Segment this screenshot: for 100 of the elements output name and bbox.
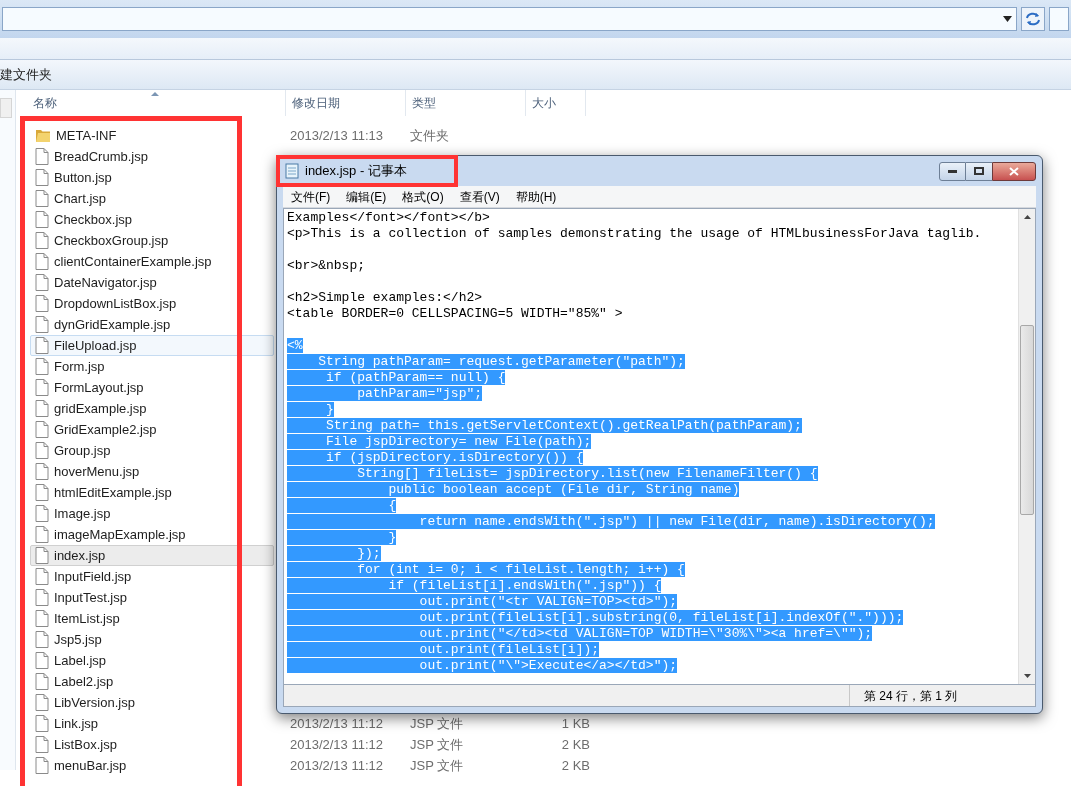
menu-item[interactable]: 帮助(H): [509, 187, 563, 206]
notepad-icon: [285, 163, 299, 179]
menu-item[interactable]: 文件(F): [285, 187, 337, 206]
scroll-up-icon: [1023, 215, 1031, 219]
file-row[interactable]: imageMapExample.jsp: [30, 524, 274, 545]
file-name: Link.jsp: [54, 714, 99, 733]
file-name: DateNavigator.jsp: [54, 273, 157, 292]
maximize-button[interactable]: [966, 161, 992, 181]
address-field[interactable]: [2, 7, 1017, 31]
menu-item[interactable]: 查看(V): [453, 187, 506, 206]
file-row[interactable]: DropdownListBox.jsp: [30, 293, 274, 314]
file-row[interactable]: Group.jsp: [30, 440, 274, 461]
file-name: Image.jsp: [54, 504, 111, 523]
file-row[interactable]: InputTest.jsp: [30, 587, 274, 608]
menu-item[interactable]: 格式(O): [396, 187, 450, 206]
file-icon: [35, 484, 49, 501]
file-row[interactable]: DateNavigator.jsp: [30, 272, 274, 293]
file-row[interactable]: CheckboxGroup.jsp: [30, 230, 274, 251]
file-row[interactable]: dynGridExample.jsp: [30, 314, 274, 335]
file-row[interactable]: menuBar.jsp: [30, 755, 274, 776]
file-row[interactable]: Image.jsp: [30, 503, 274, 524]
file-name: hoverMenu.jsp: [54, 462, 140, 481]
file-icon: [35, 736, 49, 753]
file-row[interactable]: hoverMenu.jsp: [30, 461, 274, 482]
file-name: clientContainerExample.jsp: [54, 252, 212, 271]
file-row[interactable]: Chart.jsp: [30, 188, 274, 209]
file-size: 1 KB: [561, 714, 590, 733]
column-header[interactable]: 名称: [16, 90, 286, 116]
column-header[interactable]: 修改日期: [286, 90, 406, 116]
file-row[interactable]: GridExample2.jsp: [30, 419, 274, 440]
file-icon: [35, 232, 49, 249]
file-name: Group.jsp: [54, 441, 111, 460]
file-name: ItemList.jsp: [54, 609, 120, 628]
close-icon: [1009, 166, 1019, 176]
modified-date: 2013/2/13 11:12: [290, 715, 383, 731]
file-type: JSP 文件: [410, 736, 464, 752]
file-name: Label2.jsp: [54, 672, 114, 691]
file-row[interactable]: index.jsp: [30, 545, 274, 566]
refresh-icon: [1025, 12, 1041, 26]
file-row[interactable]: Form.jsp: [30, 356, 274, 377]
file-icon: [35, 379, 49, 396]
file-row[interactable]: Jsp5.jsp: [30, 629, 274, 650]
file-icon: [35, 505, 49, 522]
maximize-icon: [974, 167, 984, 175]
file-name: Chart.jsp: [54, 189, 107, 208]
file-icon: [35, 421, 49, 438]
new-folder-button[interactable]: 建文件夹: [0, 64, 52, 85]
file-row[interactable]: LibVersion.jsp: [30, 692, 274, 713]
file-row[interactable]: Label.jsp: [30, 650, 274, 671]
code-line: Examples</font></font></b>: [287, 210, 490, 225]
file-icon: [35, 400, 49, 417]
file-row[interactable]: Checkbox.jsp: [30, 209, 274, 230]
refresh-button[interactable]: [1021, 7, 1045, 31]
file-icon: [35, 715, 49, 732]
file-icon: [35, 148, 49, 165]
file-name: GridExample2.jsp: [54, 420, 157, 439]
file-row[interactable]: BreadCrumb.jsp: [30, 146, 274, 167]
file-icon: [35, 526, 49, 543]
file-icon: [35, 631, 49, 648]
file-row[interactable]: htmlEditExample.jsp: [30, 482, 274, 503]
file-icon: [35, 274, 49, 291]
file-row[interactable]: ListBox.jsp: [30, 734, 274, 755]
file-name: Checkbox.jsp: [54, 210, 133, 229]
column-header[interactable]: 类型: [406, 90, 526, 116]
modified-date: 2013/2/13 11:12: [290, 736, 383, 752]
file-row[interactable]: gridExample.jsp: [30, 398, 274, 419]
file-row[interactable]: ItemList.jsp: [30, 608, 274, 629]
file-row[interactable]: clientContainerExample.jsp: [30, 251, 274, 272]
file-name: htmlEditExample.jsp: [54, 483, 172, 502]
modified-date: 2013/2/13 11:13: [290, 127, 383, 143]
menu-item[interactable]: 编辑(E): [340, 187, 393, 206]
file-icon: [35, 211, 49, 228]
file-name: LibVersion.jsp: [54, 693, 135, 712]
file-name: dynGridExample.jsp: [54, 315, 171, 334]
file-row[interactable]: Label2.jsp: [30, 671, 274, 692]
column-header[interactable]: 大小: [526, 90, 586, 116]
code-line: <p>This is a collection of samples demonstrating the usage of HTMLbusinessForJava taglib.: [287, 226, 982, 241]
file-type: JSP 文件: [410, 757, 464, 773]
file-icon: [35, 190, 49, 207]
file-name: BreadCrumb.jsp: [54, 147, 148, 166]
modified-date: 2013/2/13 11:12: [290, 757, 383, 773]
close-button[interactable]: [992, 161, 1036, 181]
file-row[interactable]: Link.jsp: [30, 713, 274, 734]
file-icon: [35, 673, 49, 690]
file-icon: [35, 568, 49, 585]
file-row[interactable]: InputField.jsp: [30, 566, 274, 587]
file-icon: [35, 589, 49, 606]
file-icon: [35, 316, 49, 333]
file-row[interactable]: FileUpload.jsp: [30, 335, 274, 356]
search-field[interactable]: [1049, 7, 1069, 31]
file-name: gridExample.jsp: [54, 399, 147, 418]
scrollbar[interactable]: [1018, 209, 1035, 684]
file-size: 2 KB: [561, 735, 590, 754]
file-name: FormLayout.jsp: [54, 378, 144, 397]
file-type: JSP 文件: [410, 715, 464, 731]
file-row[interactable]: META-INF: [30, 125, 274, 146]
file-row[interactable]: Button.jsp: [30, 167, 274, 188]
file-name: Form.jsp: [54, 357, 105, 376]
minimize-button[interactable]: [939, 161, 966, 181]
file-row[interactable]: FormLayout.jsp: [30, 377, 274, 398]
